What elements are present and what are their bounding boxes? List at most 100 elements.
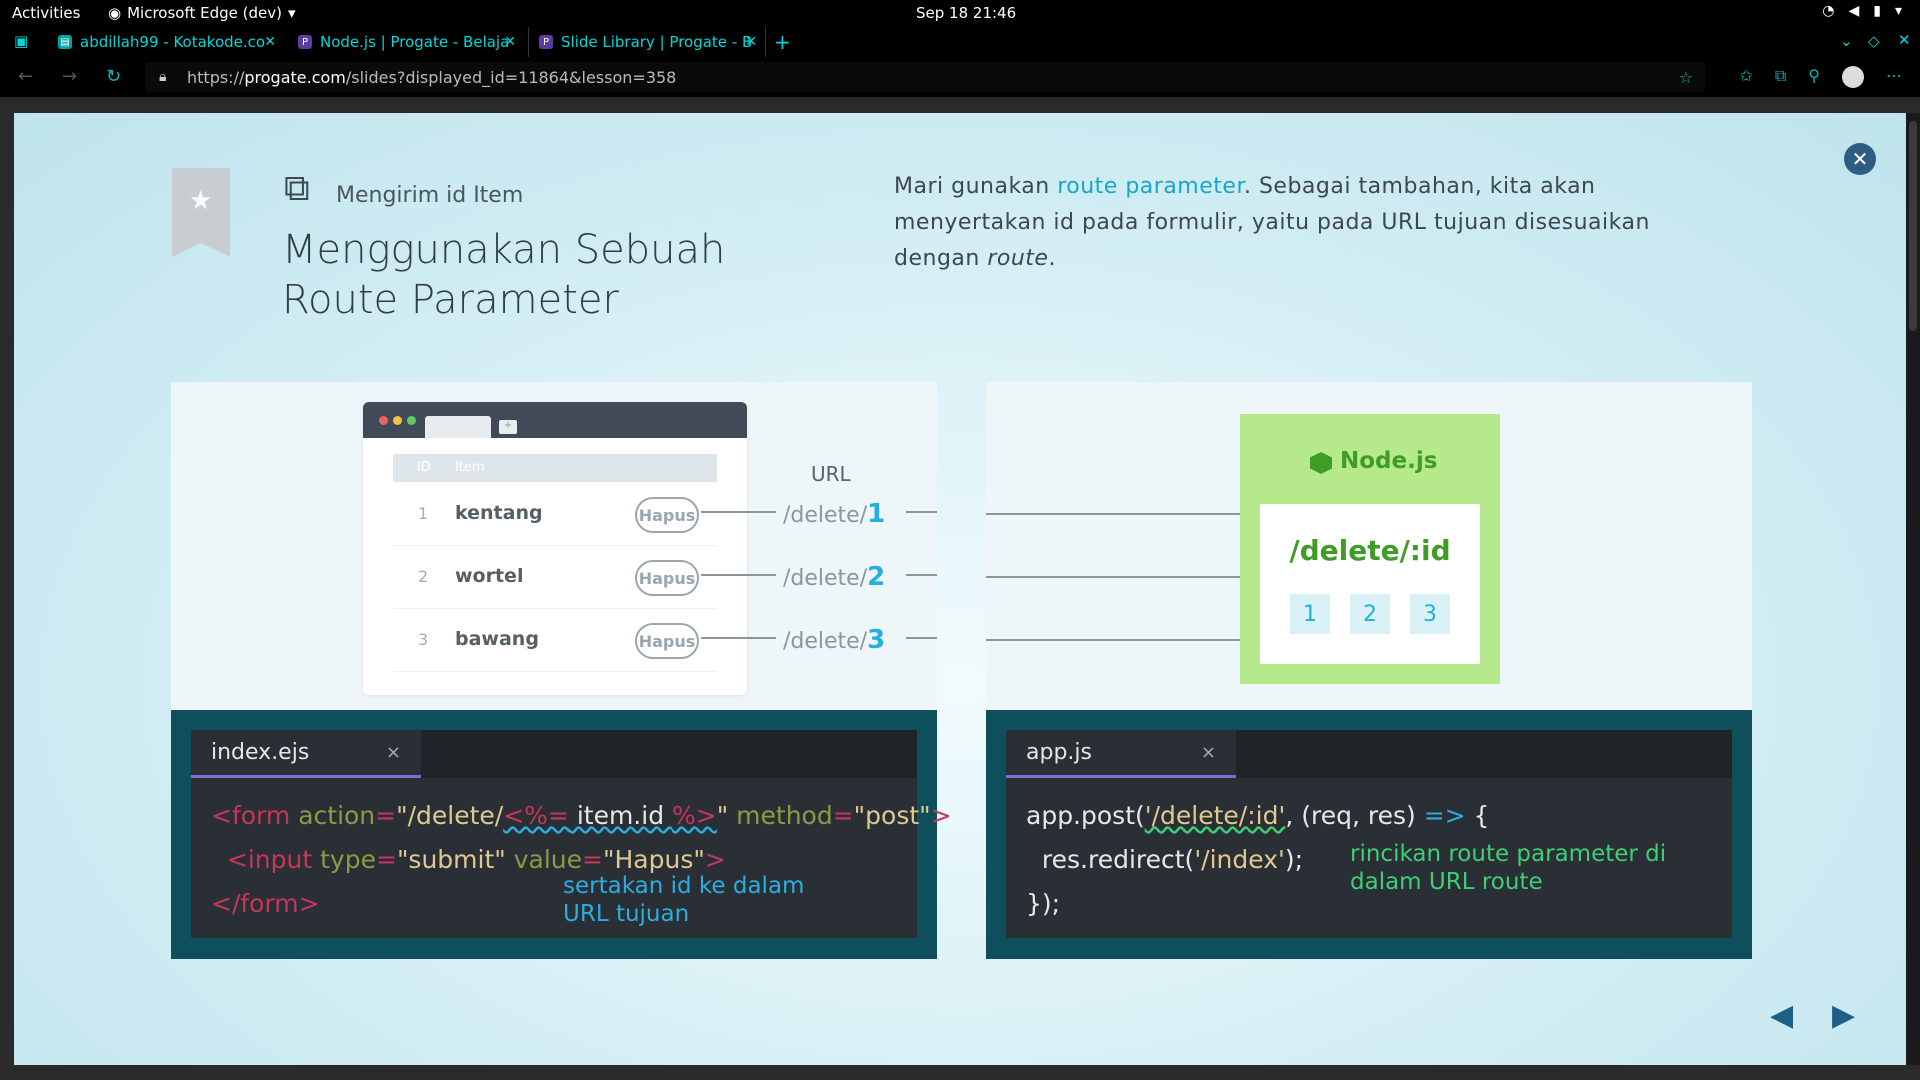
editor-tabstrip: app.js ×: [1006, 730, 1732, 778]
prev-slide-arrow-icon[interactable]: ◀: [1770, 998, 1793, 1033]
browser-tab-shape: [425, 416, 491, 438]
col-item: Item: [455, 460, 485, 475]
left-diagram: + ID Item 1 kentang Hapus 2 wortel Hapus: [171, 382, 937, 710]
clock[interactable]: Sep 18 21:46: [916, 4, 1016, 22]
dot-green-icon: [407, 416, 416, 425]
arrow-line: [986, 508, 1258, 520]
plus-icon: +: [499, 420, 517, 434]
external-link-icon: ⧉: [284, 168, 310, 209]
url-id: 3: [867, 625, 886, 655]
right-panel: Node.js /delete/:id 1 2 3 app.js × app.po…: [986, 382, 1752, 959]
battery-icon: ▮: [1873, 3, 1881, 19]
close-tab-icon[interactable]: ✕: [504, 34, 516, 50]
annotation-line: dalam URL route: [1350, 869, 1543, 895]
annotation-line: rincikan route parameter di: [1350, 841, 1667, 867]
favorites-icon[interactable]: ✩: [1739, 66, 1752, 88]
tab-kotakode[interactable]: ▤ abdillah99 - Kotakode.co ✕: [48, 27, 284, 57]
id-box: 3: [1410, 594, 1450, 634]
app-menu[interactable]: ◉ Microsoft Edge (dev) ▾: [108, 4, 296, 22]
arrow-line: [986, 634, 1258, 646]
arrow-line: [986, 571, 1258, 583]
right-code-area: app.js × app.post('/delete/:id', (req, re…: [986, 710, 1752, 959]
code-annotation: rincikan route parameter di dalam URL ro…: [1350, 840, 1666, 896]
system-tray[interactable]: ◔ ◀ ▮ ▾: [1822, 3, 1902, 19]
browser-titlebar: +: [363, 402, 747, 438]
url-input[interactable]: 🔒︎ https://progate.com/slides?displayed_…: [145, 62, 1705, 92]
connector-line: [701, 637, 776, 639]
page-scrollbar[interactable]: [1906, 113, 1920, 1065]
tab-title: abdillah99 - Kotakode.co: [80, 33, 266, 51]
url-label: URL: [811, 462, 851, 486]
annotation-line: sertakan id ke dalam: [563, 873, 805, 899]
id-box: 1: [1290, 594, 1330, 634]
progate-favicon-icon: P: [539, 35, 553, 49]
url-path-label: /delete/2: [783, 562, 885, 592]
connector-line: [906, 574, 937, 576]
nodejs-brand: Node.js: [1340, 448, 1438, 474]
desc-text: .: [1048, 246, 1056, 271]
minimize-icon[interactable]: ◇: [1868, 32, 1880, 50]
right-diagram: Node.js /delete/:id 1 2 3: [986, 382, 1752, 710]
lock-icon: 🔒︎: [159, 69, 167, 85]
power-icon: ▾: [1894, 3, 1902, 19]
url-prefix: /delete/: [783, 503, 868, 528]
url-host: progate.com: [244, 67, 346, 87]
url-row: /delete/2: [171, 562, 937, 592]
next-slide-arrow-icon[interactable]: ▶: [1832, 998, 1855, 1033]
url-id: 1: [867, 499, 886, 529]
kotakode-favicon-icon: ▤: [58, 35, 72, 49]
add-favorite-icon[interactable]: ☆: [1679, 68, 1693, 87]
slide-modal: ★ ⧉ Mengirim id Item Menggunakan Sebuah …: [14, 113, 1906, 1065]
editor-tabstrip: index.ejs ×: [191, 730, 917, 778]
url-row: /delete/3: [171, 625, 937, 655]
left-panel: + ID Item 1 kentang Hapus 2 wortel Hapus: [171, 382, 952, 959]
profile-avatar[interactable]: [1842, 66, 1864, 88]
forward-icon[interactable]: →: [62, 66, 77, 87]
close-window-icon[interactable]: ✕: [1898, 31, 1911, 49]
slide-subtitle: Mengirim id Item: [336, 183, 524, 208]
bookmark-button[interactable]: ★: [172, 168, 230, 257]
dot-yellow-icon: [393, 416, 402, 425]
id-box: 2: [1350, 594, 1390, 634]
url-prefix: /delete/: [783, 566, 868, 591]
collections-icon[interactable]: ⧉: [1775, 66, 1786, 88]
wifi-icon: ◔: [1822, 3, 1835, 19]
address-bar-row: ← → ↻ 🔒︎ https://progate.com/slides?disp…: [0, 57, 1920, 97]
close-icon: ×: [1200, 742, 1216, 763]
connector-line: [701, 574, 776, 576]
url-row: /delete/1: [171, 499, 937, 529]
tab-slide-library[interactable]: P Slide Library | Progate - B ✕: [528, 27, 766, 57]
nodejs-hexagon-icon: [1310, 452, 1332, 474]
annotation-line: URL tujuan: [563, 901, 690, 927]
new-tab-icon[interactable]: +: [774, 30, 791, 54]
reload-icon[interactable]: ↻: [106, 66, 121, 87]
more-menu-icon[interactable]: ⋯: [1886, 66, 1902, 88]
nodejs-server-box: Node.js /delete/:id 1 2 3: [1240, 414, 1500, 684]
url-scheme: https://: [187, 67, 245, 87]
connector-line: [701, 511, 776, 513]
close-slide-button[interactable]: ✕: [1844, 143, 1876, 175]
connector-line: [906, 637, 937, 639]
tab-list-icon[interactable]: ⌄: [1840, 32, 1853, 50]
left-code-area: index.ejs × <form action="/delete/<%= ite…: [171, 710, 952, 959]
tab-nodejs-progate[interactable]: P Node.js | Progate - Belaja ✕: [288, 27, 524, 57]
chevron-down-icon: ▾: [287, 4, 296, 22]
tab-actions-icon[interactable]: ▣: [14, 32, 28, 50]
desc-text: Mari gunakan: [894, 174, 1058, 199]
edge-app-icon: ◉: [108, 4, 122, 22]
editor-tab-filename: index.ejs: [211, 740, 310, 765]
toolbar-actions: ✩ ⧉ ⚲ ⋯: [1739, 66, 1902, 88]
url-path: /slides?displayed_id=11864&lesson=358: [345, 67, 677, 87]
progate-favicon-icon: P: [298, 35, 312, 49]
close-tab-icon[interactable]: ✕: [264, 34, 276, 50]
close-tab-icon[interactable]: ✕: [745, 34, 757, 50]
extensions-icon[interactable]: ⚲: [1808, 66, 1820, 88]
scrollbar-thumb[interactable]: [1909, 121, 1917, 331]
tab-title: Slide Library | Progate - B: [561, 33, 753, 51]
app-name: Microsoft Edge (dev): [127, 4, 282, 22]
activities-button[interactable]: Activities: [12, 4, 80, 22]
back-icon[interactable]: ←: [18, 66, 33, 87]
connector-line: [906, 511, 937, 513]
tab-title: Node.js | Progate - Belaja: [320, 33, 510, 51]
editor-tab-app-js: app.js ×: [1006, 730, 1236, 778]
